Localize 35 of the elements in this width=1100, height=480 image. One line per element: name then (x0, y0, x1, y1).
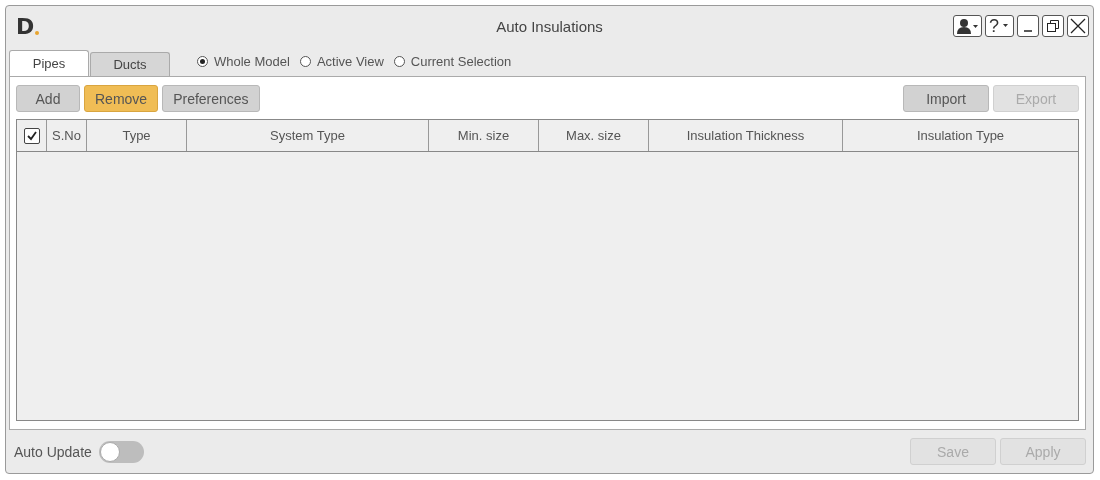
toggle-switch[interactable] (98, 440, 144, 463)
radio-button[interactable] (197, 55, 208, 67)
column-header[interactable]: Min. size (429, 120, 539, 151)
restore-icon (1046, 19, 1060, 33)
radio-option[interactable]: Active View (299, 53, 384, 69)
close-icon (1070, 18, 1086, 34)
help-menu-button[interactable]: ? (985, 15, 1014, 37)
minimize-button[interactable] (1017, 15, 1039, 37)
radio-button[interactable] (299, 55, 311, 67)
column-header[interactable]: Type (87, 120, 187, 151)
toolbar-button[interactable]: Remove (84, 85, 159, 112)
select-all-checkbox[interactable] (23, 127, 40, 144)
radio-option[interactable]: Whole Model (197, 53, 290, 69)
radio-button[interactable] (393, 55, 405, 67)
column-header[interactable]: S.No (47, 120, 87, 151)
toolbar-button[interactable]: Add (16, 85, 80, 112)
column-header[interactable]: Insulation Thickness (649, 120, 843, 151)
toggle-label: Auto Update (14, 443, 92, 460)
caret-icon (1002, 23, 1010, 29)
check-icon (25, 129, 38, 142)
close-button[interactable] (1067, 15, 1089, 37)
app-logo: D (16, 13, 40, 39)
toolbar-button[interactable]: Preferences (162, 85, 260, 112)
restore-button[interactable] (1042, 15, 1064, 37)
tab[interactable]: Ducts (90, 52, 170, 76)
radio-option[interactable]: Current Selection (393, 53, 512, 69)
column-header[interactable]: Insulation Type (843, 120, 1078, 151)
column-header[interactable]: System Type (187, 120, 429, 151)
window-title: Auto Insulations (496, 17, 603, 35)
column-header[interactable]: Max. size (539, 120, 649, 151)
user-caret-icon (956, 18, 979, 34)
minimize-icon (1024, 30, 1032, 32)
toolbar-button[interactable]: Import (903, 85, 989, 112)
tab[interactable]: Pipes (9, 50, 89, 76)
user-menu-button[interactable] (953, 15, 982, 37)
